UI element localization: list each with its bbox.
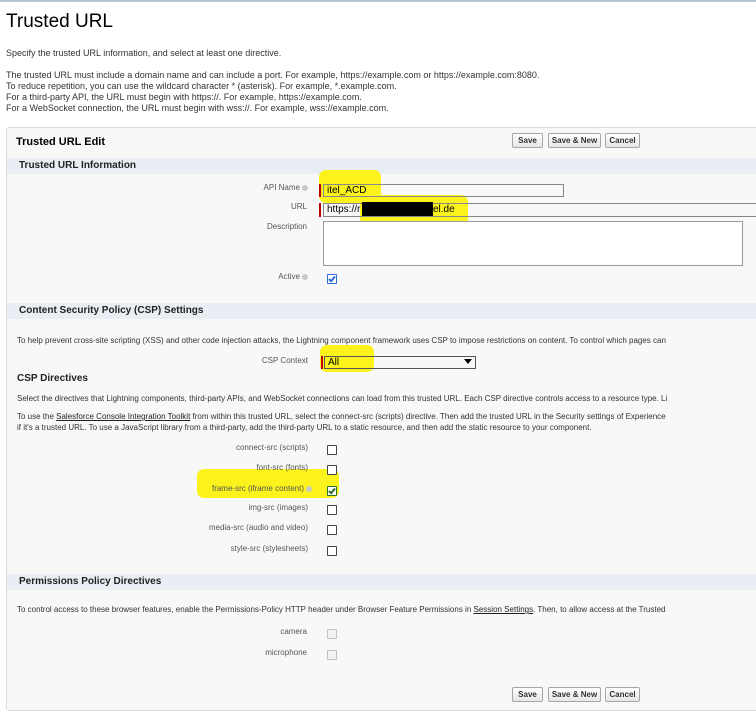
cancel-button-bottom[interactable]: Cancel	[605, 687, 640, 702]
required-indicator	[319, 203, 321, 217]
save-new-button[interactable]: Save & New	[548, 133, 601, 148]
directive-label: img-src (images)	[248, 503, 308, 512]
save-button-bottom[interactable]: Save	[512, 687, 543, 702]
check-icon	[328, 274, 336, 283]
font-src-checkbox[interactable]	[327, 465, 337, 475]
page-title: Trusted URL	[6, 11, 113, 32]
help-icon[interactable]	[302, 184, 308, 191]
required-indicator	[319, 184, 321, 197]
directive-label: style-src (stylesheets)	[230, 544, 308, 553]
chevron-down-icon	[464, 359, 472, 364]
info-line: The trusted URL must include a domain na…	[6, 70, 540, 80]
toolkit-link[interactable]: Salesforce Console Integration Toolkit	[56, 412, 190, 421]
csp-directives-text: Select the directives that Lightning com…	[17, 394, 668, 403]
info-line: To reduce repetition, you can use the wi…	[6, 81, 397, 91]
edit-title: Trusted URL Edit	[16, 136, 106, 148]
active-checkbox[interactable]	[327, 274, 337, 284]
url-label: URL	[290, 202, 307, 211]
connect-src-checkbox[interactable]	[327, 445, 337, 455]
page-intro: Specify the trusted URL information, and…	[6, 48, 282, 58]
microphone-label: microphone	[265, 648, 307, 657]
csp-intro: To help prevent cross-site scripting (XS…	[17, 336, 666, 345]
info-line: For a WebSocket connection, the URL must…	[6, 103, 389, 113]
style-src-checkbox[interactable]	[327, 546, 337, 556]
active-label: Active	[108, 272, 308, 281]
help-icon[interactable]	[302, 273, 308, 280]
api-name-label: API Name	[108, 183, 308, 192]
csp-directives-title: CSP Directives	[17, 373, 88, 384]
permissions-intro: To control access to these browser featu…	[17, 605, 666, 614]
save-new-button-bottom[interactable]: Save & New	[548, 687, 601, 702]
toolkit-text: To use the Salesforce Console Integratio…	[17, 412, 666, 421]
toolkit-text-line2: if it's a trusted URL. To use a JavaScri…	[17, 423, 592, 432]
directive-label: media-src (audio and video)	[208, 523, 308, 532]
directive-label: font-src (fonts)	[256, 463, 308, 472]
save-button[interactable]: Save	[512, 133, 543, 148]
api-name-field[interactable]: itel_ACD	[323, 184, 564, 197]
cancel-button[interactable]: Cancel	[605, 133, 640, 148]
help-icon[interactable]	[306, 485, 312, 492]
required-indicator	[321, 356, 323, 369]
top-border	[0, 0, 756, 2]
url-suffix: el.de	[433, 204, 455, 215]
info-line: For a third-party API, the URL must begi…	[6, 92, 362, 102]
microphone-checkbox[interactable]	[327, 650, 337, 660]
directive-label: frame-src (iframe content)	[112, 484, 312, 493]
csp-context-select[interactable]: All	[324, 356, 476, 369]
img-src-checkbox[interactable]	[327, 505, 337, 515]
check-icon	[328, 486, 336, 495]
description-field[interactable]	[323, 221, 743, 266]
section-header-info: Trusted URL Information	[7, 158, 756, 174]
section-header-permissions: Permissions Policy Directives	[7, 574, 756, 590]
media-src-checkbox[interactable]	[327, 525, 337, 535]
directive-label: connect-src (scripts)	[235, 443, 308, 452]
frame-src-checkbox[interactable]	[327, 486, 337, 496]
section-header-csp: Content Security Policy (CSP) Settings	[7, 303, 756, 319]
camera-label: camera	[280, 627, 307, 636]
redaction-box	[362, 202, 433, 216]
session-settings-link[interactable]: Session Settings	[474, 605, 534, 614]
camera-checkbox[interactable]	[327, 629, 337, 639]
csp-context-label: CSP Context	[261, 356, 308, 365]
description-label: Description	[266, 222, 307, 231]
